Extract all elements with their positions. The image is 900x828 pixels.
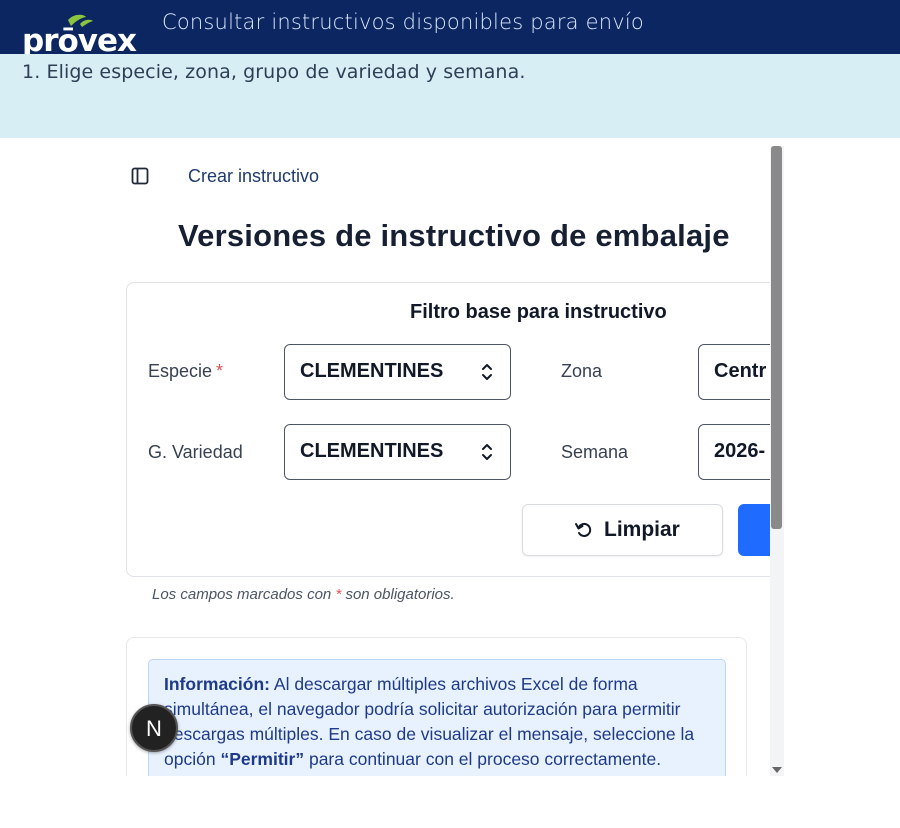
breadcrumb[interactable]: Crear instructivo [188, 166, 319, 187]
badge-letter: N [146, 716, 162, 741]
instruction-band: 1. Elige especie, zona, grupo de varieda… [0, 54, 900, 138]
variedad-select[interactable]: CLEMENTINES [284, 424, 511, 480]
provex-logo: prōvex [22, 14, 152, 56]
scroll-down-arrow-icon[interactable] [771, 760, 783, 773]
required-asterisk: * [216, 361, 224, 381]
chevron-up-down-icon [480, 442, 494, 462]
top-banner: prōvex Consultar instructivos disponible… [0, 0, 900, 56]
filter-card: Filtro base para instructivo Especie * CL… [126, 282, 784, 577]
zona-select-value: Centr [714, 360, 767, 382]
app-screenshot: Crear instructivo Versiones de instructi… [114, 146, 784, 776]
clear-button-label: Limpiar [604, 518, 680, 541]
zona-label: Zona [561, 361, 603, 381]
semana-label: Semana [561, 442, 629, 462]
reset-icon [574, 520, 594, 540]
especie-label: Especie * [148, 361, 224, 381]
clear-button[interactable]: Limpiar [522, 504, 723, 556]
page-title: Versiones de instructivo de embalaje [178, 218, 730, 253]
sidebar-toggle-icon[interactable] [131, 167, 149, 185]
especie-select[interactable]: CLEMENTINES [284, 344, 511, 400]
banner-title: Consultar instructivos disponibles para … [162, 10, 644, 34]
required-fields-note: Los campos marcados con * son obligatori… [152, 586, 455, 603]
svg-text:prōvex: prōvex [22, 23, 137, 56]
step-instruction: 1. Elige especie, zona, grupo de varieda… [22, 61, 526, 83]
info-text: Información: Al descargar múltiples arch… [164, 674, 695, 769]
info-card: Información: Al descargar múltiples arch… [126, 637, 747, 776]
chevron-up-down-icon [480, 362, 494, 382]
variedad-select-value: CLEMENTINES [300, 440, 444, 462]
filter-title: Filtro base para instructivo [410, 301, 667, 323]
nextjs-dev-badge[interactable]: N [130, 704, 178, 752]
info-alert: Información: Al descargar múltiples arch… [148, 659, 726, 776]
semana-select-value: 2026- [714, 440, 766, 462]
scrollbar-thumb[interactable] [771, 146, 782, 529]
especie-select-value: CLEMENTINES [300, 360, 444, 382]
variedad-label: G. Variedad [148, 442, 243, 462]
